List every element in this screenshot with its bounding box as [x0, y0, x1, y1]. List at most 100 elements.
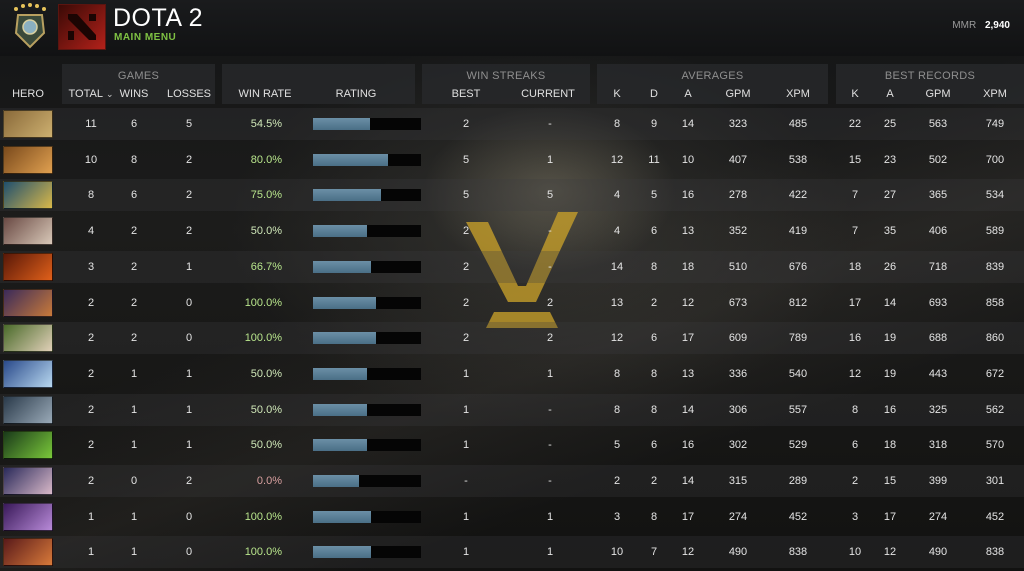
rating-bar: [313, 154, 421, 166]
cell-losses: 0: [185, 332, 193, 344]
column-header-wins[interactable]: WINS: [114, 88, 154, 100]
hero-portrait[interactable]: [3, 110, 53, 138]
table-row[interactable]: 1 1 0 1 1 10 7 12 490 838 10 12 490 838 100.0%: [0, 536, 1024, 568]
cell-losses: 2: [185, 154, 193, 166]
cell-bxpm: 700: [985, 154, 1005, 166]
cell-gpm: 306: [728, 404, 748, 416]
column-header-avg-d[interactable]: D: [644, 88, 664, 100]
cell-wins: 6: [130, 118, 138, 130]
table-row[interactable]: 2 0 2 - - 2 2 14 315 289 2 15 399 301 0.0%: [0, 465, 1024, 497]
table-row[interactable]: 3 2 1 2 - 14 8 18 510 676 18 26 718 839 66.7%: [0, 251, 1024, 283]
hero-portrait[interactable]: [3, 181, 53, 209]
hero-portrait[interactable]: [3, 503, 53, 531]
cell-a: 14: [681, 118, 695, 130]
cell-gpm: 609: [728, 332, 748, 344]
cell-xpm: 540: [788, 368, 808, 380]
rating-bar-fill: [313, 546, 371, 558]
cell-ba: 27: [883, 189, 897, 201]
cell-win-rate: 50.0%: [250, 368, 282, 380]
column-header-best-xpm[interactable]: XPM: [978, 88, 1012, 100]
column-header-avg-a[interactable]: A: [678, 88, 698, 100]
win-streaks-group-title: WIN STREAKS: [466, 70, 546, 82]
cell-ba: 19: [883, 368, 897, 380]
cell-win-rate: 0.0%: [256, 475, 282, 487]
main-menu-link[interactable]: MAIN MENU: [114, 32, 176, 43]
cell-bk: 8: [851, 404, 859, 416]
table-row[interactable]: 8 6 2 5 5 4 5 16 278 422 7 27 365 534 75.0%: [0, 179, 1024, 211]
hero-portrait[interactable]: [3, 146, 53, 174]
rating-bar-fill: [313, 189, 381, 201]
cell-total: 1: [87, 546, 95, 558]
cell-win-rate: 80.0%: [250, 154, 282, 166]
column-header-current[interactable]: CURRENT: [518, 88, 578, 100]
cell-best: 2: [462, 332, 470, 344]
cell-current: -: [548, 475, 552, 487]
cell-bgpm: 365: [928, 189, 948, 201]
cell-losses: 1: [185, 439, 193, 451]
cell-gpm: 490: [728, 546, 748, 558]
mmr-label: MMR: [952, 20, 977, 31]
rating-bar: [313, 189, 421, 201]
cell-total: 2: [87, 439, 95, 451]
cell-best: 1: [462, 439, 470, 451]
column-header-avg-gpm[interactable]: GPM: [721, 88, 755, 100]
cell-bk: 18: [848, 261, 862, 273]
column-header-best-a[interactable]: A: [880, 88, 900, 100]
column-header-hero[interactable]: HERO: [4, 88, 52, 100]
cell-total: 2: [87, 475, 95, 487]
cell-current: 1: [546, 368, 554, 380]
cell-win-rate: 54.5%: [250, 118, 282, 130]
cell-a: 12: [681, 297, 695, 309]
column-header-rating[interactable]: RATING: [330, 88, 382, 100]
cell-bxpm: 570: [985, 439, 1005, 451]
column-header-win-rate[interactable]: WIN RATE: [235, 88, 295, 100]
column-header-avg-k[interactable]: K: [607, 88, 627, 100]
table-row[interactable]: 2 2 0 2 2 13 2 12 673 812 17 14 693 858 100.0%: [0, 287, 1024, 319]
column-header-losses[interactable]: LOSSES: [166, 88, 212, 100]
column-header-best-gpm[interactable]: GPM: [921, 88, 955, 100]
table-row[interactable]: 1 1 0 1 1 3 8 17 274 452 3 17 274 452 100.0%: [0, 501, 1024, 533]
cell-bgpm: 563: [928, 118, 948, 130]
hero-portrait[interactable]: [3, 431, 53, 459]
cell-ba: 17: [883, 511, 897, 523]
table-row[interactable]: 2 1 1 1 - 5 6 16 302 529 6 18 318 570 50.0%: [0, 429, 1024, 461]
cell-bk: 22: [848, 118, 862, 130]
column-header-avg-xpm[interactable]: XPM: [781, 88, 815, 100]
rank-medal-icon[interactable]: [10, 3, 50, 49]
cell-losses: 2: [185, 189, 193, 201]
table-row[interactable]: 2 1 1 1 1 8 8 13 336 540 12 19 443 672 50.0%: [0, 358, 1024, 390]
column-header-total[interactable]: TOTAL ⌄: [66, 88, 116, 100]
cell-ba: 19: [883, 332, 897, 344]
table-row[interactable]: 2 1 1 1 - 8 8 14 306 557 8 16 325 562 50.0%: [0, 394, 1024, 426]
cell-total: 11: [85, 118, 97, 130]
table-row[interactable]: 11 6 5 2 - 8 9 14 323 485 22 25 563 749 54.5%: [0, 108, 1024, 140]
cell-win-rate: 50.0%: [250, 404, 282, 416]
cell-bgpm: 443: [928, 368, 948, 380]
cell-best: 1: [462, 511, 470, 523]
hero-portrait[interactable]: [3, 217, 53, 245]
table-row[interactable]: 4 2 2 2 - 4 6 13 352 419 7 35 406 589 50.0%: [0, 215, 1024, 247]
cell-a: 17: [681, 332, 695, 344]
cell-wins: 1: [130, 511, 138, 523]
hero-portrait[interactable]: [3, 396, 53, 424]
hero-portrait[interactable]: [3, 253, 53, 281]
column-header-best-k[interactable]: K: [845, 88, 865, 100]
rating-bar: [313, 261, 421, 273]
table-row[interactable]: 2 2 0 2 2 12 6 17 609 789 16 19 688 860 100.0%: [0, 322, 1024, 354]
cell-bgpm: 502: [928, 154, 948, 166]
rating-bar: [313, 368, 421, 380]
hero-portrait[interactable]: [3, 360, 53, 388]
cell-gpm: 323: [728, 118, 748, 130]
cell-xpm: 676: [788, 261, 808, 273]
cell-bk: 10: [848, 546, 862, 558]
dota-logo-icon[interactable]: [58, 4, 106, 50]
table-row[interactable]: 10 8 2 5 1 12 11 10 407 538 15 23 502 700 80.0%: [0, 144, 1024, 176]
hero-portrait[interactable]: [3, 289, 53, 317]
column-header-best[interactable]: BEST: [446, 88, 486, 100]
cell-bxpm: 672: [985, 368, 1005, 380]
cell-bxpm: 452: [985, 511, 1005, 523]
cell-wins: 2: [130, 297, 138, 309]
hero-portrait[interactable]: [3, 467, 53, 495]
hero-portrait[interactable]: [3, 324, 53, 352]
hero-portrait[interactable]: [3, 538, 53, 566]
